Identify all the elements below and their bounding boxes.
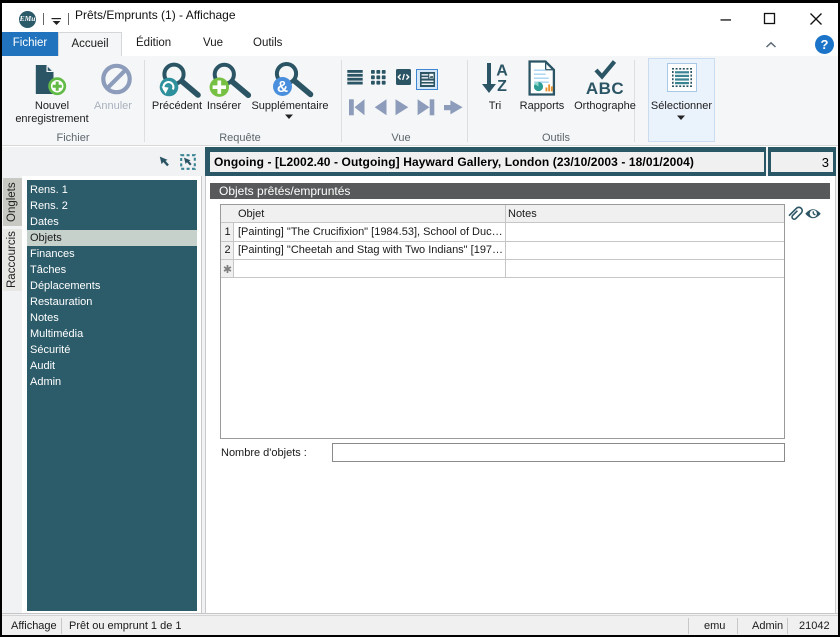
- svg-text:&: &: [277, 79, 288, 96]
- svg-text:Z: Z: [497, 78, 507, 95]
- svg-text:ABC: ABC: [586, 79, 624, 98]
